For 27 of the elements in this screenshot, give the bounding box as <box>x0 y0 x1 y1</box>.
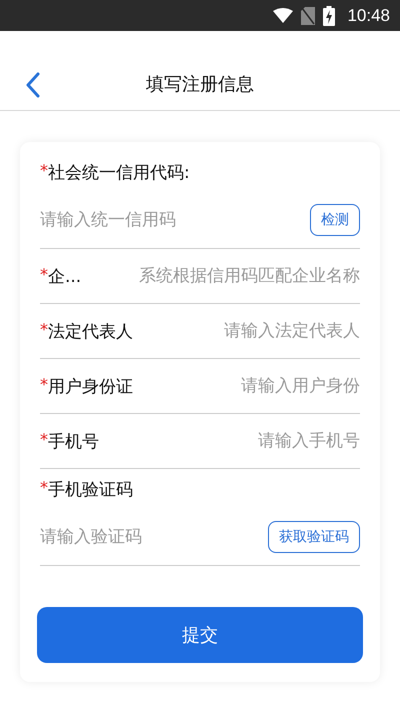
action-button[interactable]: 检测 <box>310 204 360 236</box>
input-field[interactable]: 系统根据信用码匹配企业名称 <box>93 261 360 291</box>
battery-charging-icon <box>323 6 336 26</box>
submit-button[interactable]: 提交 <box>37 607 363 663</box>
input-field[interactable]: 请输入手机号 <box>111 426 360 456</box>
clock-time: 10:48 <box>347 6 390 26</box>
required-mark: * <box>40 478 48 496</box>
required-mark: * <box>40 430 48 448</box>
input-field[interactable]: 请输入验证码 <box>40 522 268 552</box>
required-mark: * <box>40 160 48 180</box>
page-title: 填写注册信息 <box>146 72 254 96</box>
back-icon[interactable] <box>26 72 40 98</box>
required-mark: * <box>40 264 48 284</box>
required-mark: * <box>40 320 48 338</box>
input-field[interactable]: 请输入统一信用码 <box>40 205 310 235</box>
no-sim-icon <box>301 6 316 24</box>
field-label: 社会统一信用代码: <box>48 162 190 184</box>
action-button[interactable]: 获取验证码 <box>268 521 360 553</box>
required-mark: * <box>40 374 48 394</box>
field-label: 用户身份证 <box>48 376 133 398</box>
wifi-icon <box>273 8 294 24</box>
input-field[interactable]: 请输入法定代表人 <box>145 316 360 346</box>
field-label: 手机号 <box>48 430 99 452</box>
field-label: 企... <box>48 266 82 288</box>
field-label: 法定代表人 <box>48 320 133 342</box>
field-label: 手机验证码 <box>48 478 133 500</box>
input-field[interactable]: 请输入用户身份 <box>145 371 360 401</box>
